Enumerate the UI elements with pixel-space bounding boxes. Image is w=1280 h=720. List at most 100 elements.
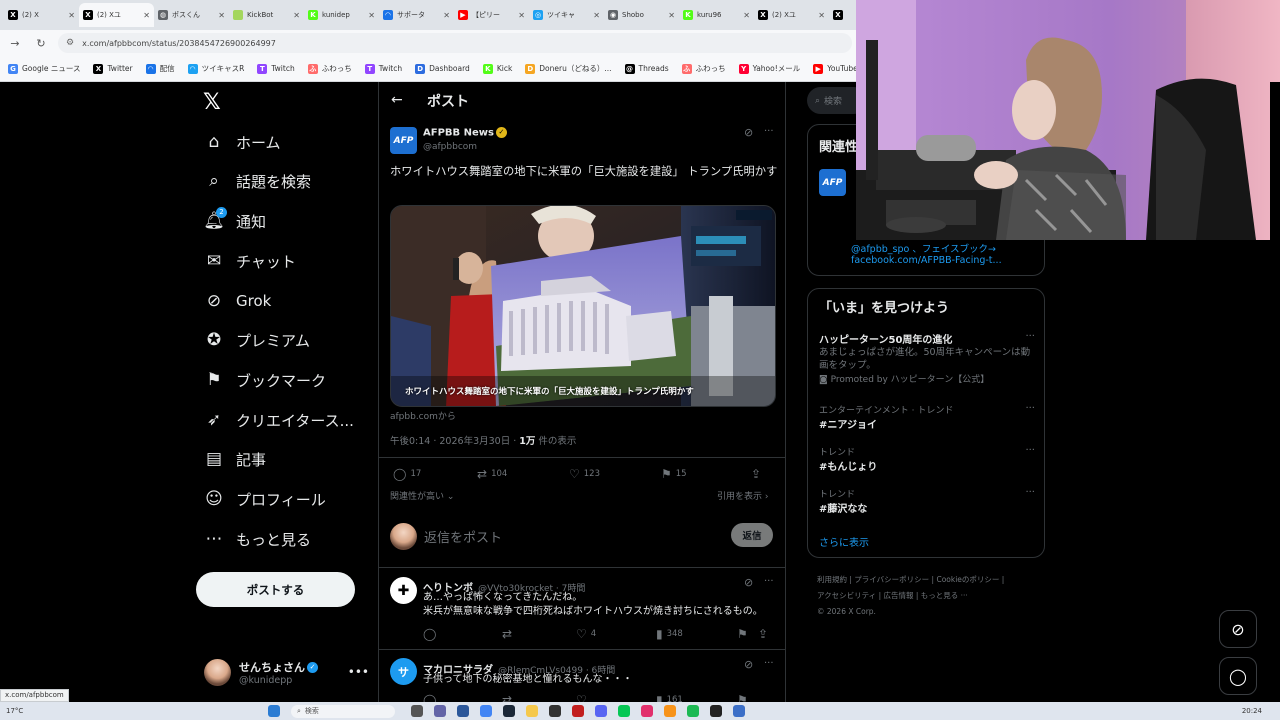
- bookmark-item[interactable]: ◠ 配信: [145, 63, 175, 74]
- footer-link[interactable]: 利用規約: [817, 575, 847, 584]
- x-logo-icon[interactable]: 𝕏: [203, 90, 221, 115]
- app-icon[interactable]: [457, 705, 469, 717]
- repost-button[interactable]: ⇄ 104: [477, 467, 569, 481]
- more-dots-icon[interactable]: ···: [1025, 403, 1035, 414]
- browser-tab[interactable]: X (2) Xユ ✕: [79, 3, 154, 27]
- footer-link[interactable]: 広告情報: [883, 591, 913, 600]
- more-dots-icon[interactable]: ···: [764, 126, 774, 137]
- reply-button[interactable]: ◯: [423, 627, 502, 641]
- more-dots-icon[interactable]: ···: [764, 576, 774, 587]
- browser-tab[interactable]: Kkuru96 ✕: [679, 3, 754, 27]
- steam-icon[interactable]: [503, 705, 515, 717]
- account-switcher[interactable]: せんちょさん ✓ @kunidepp •••: [204, 655, 369, 689]
- reply-avatar[interactable]: サ: [390, 658, 417, 685]
- more-dots-icon[interactable]: ···: [1025, 487, 1035, 498]
- close-tab-icon[interactable]: ✕: [143, 11, 150, 20]
- grok-fab[interactable]: ⊘: [1219, 610, 1257, 648]
- bookmark-button[interactable]: ⚑: [737, 627, 758, 641]
- browser-tab[interactable]: ▶ 【ピリー ✕: [454, 3, 529, 27]
- close-tab-icon[interactable]: ✕: [593, 11, 600, 20]
- bookmark-item[interactable]: D Dashboard: [415, 63, 470, 74]
- app-icon[interactable]: [710, 705, 722, 717]
- bookmark-item[interactable]: K Kick: [482, 63, 512, 74]
- post-author-handle[interactable]: @afpbbcom: [423, 142, 477, 152]
- scrollbar[interactable]: [1270, 82, 1280, 702]
- grok-icon[interactable]: ⊘: [744, 126, 753, 139]
- nav-item-home[interactable]: ⌂ ホーム: [204, 130, 281, 154]
- close-tab-icon[interactable]: ✕: [68, 11, 75, 20]
- browser-tab[interactable]: X (2) X ✕: [4, 3, 79, 27]
- bookmark-item[interactable]: ふふわっち: [681, 63, 726, 74]
- app-icon[interactable]: [664, 705, 676, 717]
- url-field[interactable]: ⚙ x.com/afpbbcom/status/2038454726900264…: [58, 33, 852, 53]
- more-dots-icon[interactable]: ···: [764, 658, 774, 669]
- like-button[interactable]: ♡ 4: [576, 627, 656, 641]
- trend-item[interactable]: エンターテインメント · トレンド #ニアジョイ ···: [819, 403, 1035, 431]
- sort-relevance-dropdown[interactable]: 関連性が高い ⌄: [390, 489, 454, 502]
- related-link[interactable]: @afpbb_spo 、フェイスブック→: [851, 241, 996, 255]
- nav-item-premium[interactable]: ✪ プレミアム: [204, 328, 310, 352]
- bookmark-item[interactable]: @ Threads: [624, 63, 669, 74]
- taskbar-search[interactable]: ⌕ 検索: [291, 704, 395, 718]
- browser-tab[interactable]: Kkunidep ✕: [304, 3, 379, 27]
- app-icon[interactable]: [572, 705, 584, 717]
- close-tab-icon[interactable]: ✕: [743, 11, 750, 20]
- browser-tab[interactable]: X✕: [829, 3, 856, 27]
- browser-tab[interactable]: KickBot ✕: [229, 3, 304, 27]
- bookmark-item[interactable]: T Twitch: [257, 63, 295, 74]
- browser-tab[interactable]: ◎ ツイキャ ✕: [529, 3, 604, 27]
- bookmark-button[interactable]: ⚑: [737, 693, 758, 702]
- nav-item-more[interactable]: ⋯ もっと見る: [204, 527, 312, 551]
- chrome-icon[interactable]: [480, 705, 492, 717]
- nav-item-rocket[interactable]: ➶ クリエイタース...: [204, 408, 354, 432]
- bookmark-item[interactable]: T Twitch: [364, 63, 402, 74]
- start-icon[interactable]: [268, 705, 280, 717]
- app-icon[interactable]: [733, 705, 745, 717]
- folder-icon[interactable]: [526, 705, 538, 717]
- teams-icon[interactable]: [434, 705, 446, 717]
- trend-item[interactable]: トレンド #もんじょり ···: [819, 445, 1035, 473]
- related-link[interactable]: facebook.com/AFPBB-Facing-t...: [851, 255, 1002, 266]
- trend-item[interactable]: トレンド #藤沢なな ···: [819, 487, 1035, 515]
- bookmark-item[interactable]: Y Yahoo!メール: [738, 63, 800, 74]
- reply-avatar[interactable]: ✚: [390, 577, 417, 604]
- more-dots-icon[interactable]: ···: [1025, 445, 1035, 456]
- weather-widget[interactable]: 17°C: [6, 707, 268, 715]
- close-tab-icon[interactable]: ✕: [818, 11, 825, 20]
- footer-link[interactable]: プライバシーポリシー: [854, 575, 929, 584]
- nav-item-grok[interactable]: ⊘ Grok: [204, 289, 271, 313]
- repost-button[interactable]: ⇄: [502, 627, 576, 641]
- reply-input[interactable]: 返信をポスト: [424, 527, 502, 546]
- grok-icon[interactable]: ⊘: [744, 658, 753, 671]
- related-account-avatar[interactable]: AFP: [819, 169, 846, 196]
- spotify-icon[interactable]: [687, 705, 699, 717]
- post-author-avatar[interactable]: AFP: [390, 127, 417, 154]
- bookmark-item[interactable]: ◠ ツイキャスR: [187, 63, 244, 74]
- grok-icon[interactable]: ⊘: [744, 576, 753, 589]
- nav-item-mail[interactable]: ✉ チャット: [204, 249, 296, 273]
- messages-fab[interactable]: ◯: [1219, 657, 1257, 695]
- bookmark-item[interactable]: D Doneru（どねる）...: [525, 63, 612, 74]
- media-source[interactable]: afpbb.comから: [390, 409, 456, 422]
- back-arrow-icon[interactable]: ←: [391, 92, 403, 108]
- views-button[interactable]: ▮ 161: [656, 693, 737, 702]
- share-button[interactable]: ⇪: [758, 627, 772, 641]
- share-button[interactable]: ⇪: [751, 467, 765, 481]
- line-icon[interactable]: [618, 705, 630, 717]
- bookmark-item[interactable]: ふふわっち: [307, 63, 352, 74]
- nav-item-bell[interactable]: 🔔︎ 2 通知: [203, 207, 266, 233]
- more-dots-icon[interactable]: ···: [1025, 331, 1035, 342]
- browser-tab[interactable]: ◍ ポスくん ✕: [154, 3, 229, 27]
- reply-button[interactable]: ◯: [423, 693, 502, 702]
- reload-icon[interactable]: ↻: [32, 34, 50, 52]
- post-button[interactable]: ポストする: [196, 572, 355, 607]
- like-button[interactable]: ♡ 123: [569, 467, 661, 481]
- view-quotes-link[interactable]: 引用を表示 ›: [717, 489, 768, 502]
- browser-tab[interactable]: ◠ サポータ ✕: [379, 3, 454, 27]
- more-dots-icon[interactable]: •••: [348, 665, 369, 679]
- reply-submit-button[interactable]: 返信: [731, 523, 773, 547]
- footer-link[interactable]: Cookieのポリシー: [936, 575, 999, 584]
- nav-item-search[interactable]: ⌕ 話題を検索: [204, 169, 311, 193]
- obs-icon[interactable]: [549, 705, 561, 717]
- views-button[interactable]: ▮ 348: [656, 627, 737, 641]
